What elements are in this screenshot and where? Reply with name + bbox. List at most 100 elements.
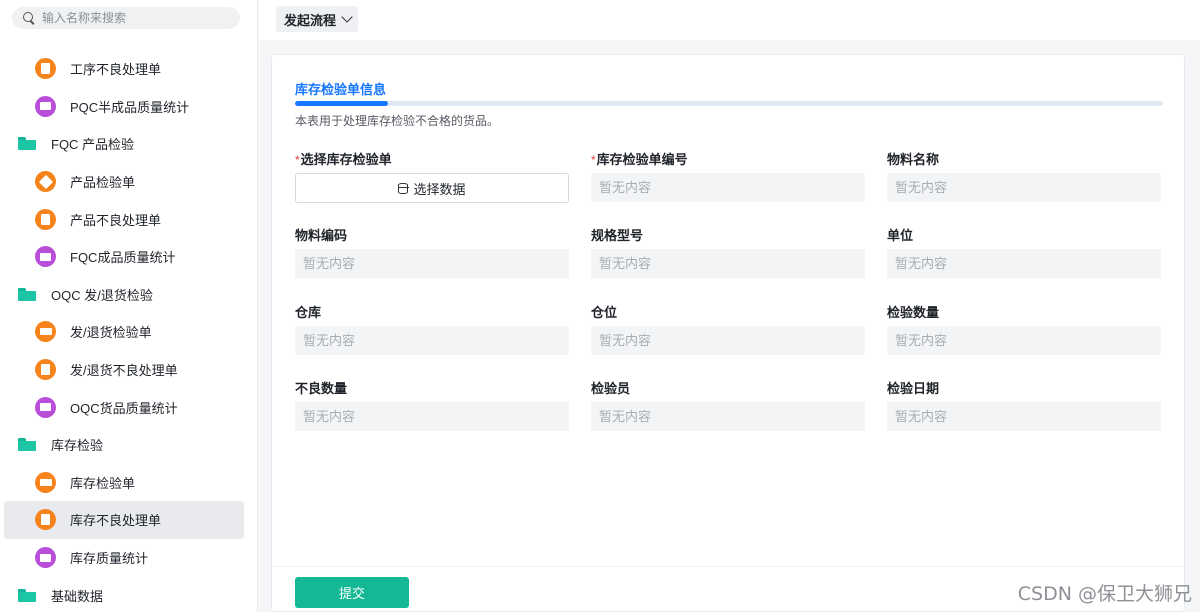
field-inspection-no: *库存检验单编号 暂无内容 xyxy=(591,151,865,202)
sidebar-item-label: 基础数据 xyxy=(51,588,104,604)
document-icon xyxy=(35,509,56,531)
field-material-code: 物料编码 暂无内容 xyxy=(295,227,569,278)
label-inspect-date: 检验日期 xyxy=(887,381,940,396)
search-box[interactable] xyxy=(12,7,240,29)
material-code-value: 暂无内容 xyxy=(295,249,569,278)
sidebar-nav: 工序不良处理单 PQC半成品质量统计 FQC 产品检验产品检验单产品不良处理单 FQC… xyxy=(4,50,244,612)
sidebar-item[interactable]: 库存质量统计 xyxy=(4,539,244,577)
chart-icon xyxy=(35,547,56,569)
sidebar-item-label: 发/退货检验单 xyxy=(70,325,152,341)
sidebar-item[interactable]: 产品不良处理单 xyxy=(4,200,244,238)
label-select-inspection: 选择库存检验单 xyxy=(300,152,392,167)
field-unit: 单位 暂无内容 xyxy=(887,227,1161,278)
select-data-label: 选择数据 xyxy=(413,181,466,197)
sidebar-item-label: 发/退货不良处理单 xyxy=(70,363,178,379)
sidebar-item-label: 库存不良处理单 xyxy=(70,513,162,529)
sidebar-item-label: FQC 产品检验 xyxy=(51,137,135,153)
sidebar-item-label: 工序不良处理单 xyxy=(70,62,162,78)
sidebar: 工序不良处理单 PQC半成品质量统计 FQC 产品检验产品检验单产品不良处理单 FQC… xyxy=(0,0,258,612)
field-inspector: 检验员 暂无内容 xyxy=(591,380,865,431)
field-inspect-qty: 检验数量 暂无内容 xyxy=(887,304,1161,355)
label-material-name: 物料名称 xyxy=(887,152,940,167)
search-input[interactable] xyxy=(42,11,222,25)
field-defect-qty: 不良数量 暂无内容 xyxy=(295,380,569,431)
inspector-value: 暂无内容 xyxy=(591,402,865,431)
chart-icon xyxy=(35,95,56,117)
sidebar-group[interactable]: OQC 发/退货检验 xyxy=(4,276,244,314)
label-material-code: 物料编码 xyxy=(295,228,348,243)
label-inspector: 检验员 xyxy=(591,381,631,396)
folder-icon xyxy=(18,438,36,452)
inspection-no-value: 暂无内容 xyxy=(591,173,865,202)
document-icon xyxy=(35,208,56,230)
section-progress-fill xyxy=(295,101,388,106)
sidebar-item[interactable]: OQC货品质量统计 xyxy=(4,388,244,426)
label-inspection-no: 库存检验单编号 xyxy=(596,152,688,167)
sidebar-item-label: OQC 发/退货检验 xyxy=(51,287,153,303)
truck-icon xyxy=(35,321,56,343)
location-value: 暂无内容 xyxy=(591,326,865,355)
sidebar-item[interactable]: 发/退货检验单 xyxy=(4,313,244,351)
database-icon xyxy=(398,182,410,194)
label-warehouse: 仓库 xyxy=(295,305,322,320)
document-icon xyxy=(35,359,56,381)
label-inspect-qty: 检验数量 xyxy=(887,305,940,320)
sidebar-item[interactable]: 库存检验单 xyxy=(4,464,244,502)
sidebar-item-label: 库存质量统计 xyxy=(70,551,149,567)
chart-icon xyxy=(35,396,56,418)
sidebar-group[interactable]: 基础数据 xyxy=(4,576,244,612)
field-select-inspection: *选择库存检验单 选择数据 xyxy=(295,151,569,203)
sidebar-item-label: FQC成品质量统计 xyxy=(70,250,176,266)
form-card: 库存检验单信息 本表用于处理库存检验不合格的货品。 *选择库存检验单 选择数据 … xyxy=(271,54,1185,612)
required-mark: * xyxy=(295,153,300,167)
label-spec-model: 规格型号 xyxy=(591,228,644,243)
field-material-name: 物料名称 暂无内容 xyxy=(887,151,1161,202)
sidebar-item[interactable]: PQC半成品质量统计 xyxy=(4,88,244,126)
sidebar-item[interactable]: 工序不良处理单 xyxy=(4,50,244,88)
sidebar-item-label: 产品不良处理单 xyxy=(70,212,162,228)
field-location: 仓位 暂无内容 xyxy=(591,304,865,355)
field-warehouse: 仓库 暂无内容 xyxy=(295,304,569,355)
search-icon xyxy=(23,11,36,25)
sidebar-item-label: 库存检验 xyxy=(51,438,104,454)
top-bar: 发起流程 xyxy=(259,0,1200,40)
start-flow-label: 发起流程 xyxy=(284,12,337,28)
watermark: CSDN @保卫大狮兄 xyxy=(1017,583,1192,605)
label-defect-qty: 不良数量 xyxy=(295,381,348,396)
material-name-value: 暂无内容 xyxy=(887,173,1161,202)
submit-button[interactable]: 提交 xyxy=(295,577,409,608)
sidebar-item-label: PQC半成品质量统计 xyxy=(70,99,190,115)
box-icon xyxy=(35,171,56,193)
inspect-date-value: 暂无内容 xyxy=(887,402,1161,431)
section-title[interactable]: 库存检验单信息 xyxy=(295,79,386,98)
unit-value: 暂无内容 xyxy=(887,249,1161,278)
chart-icon xyxy=(35,246,56,268)
spec-model-value: 暂无内容 xyxy=(591,249,865,278)
required-mark: * xyxy=(591,153,596,167)
section-progress-track xyxy=(295,101,1163,106)
document-icon xyxy=(35,58,56,80)
sidebar-group[interactable]: FQC 产品检验 xyxy=(4,125,244,163)
sidebar-item-label: 产品检验单 xyxy=(70,175,136,191)
sidebar-item[interactable]: 库存不良处理单 xyxy=(4,501,244,539)
sidebar-item-label: OQC货品质量统计 xyxy=(70,400,178,416)
defect-qty-value: 暂无内容 xyxy=(295,402,569,431)
folder-icon xyxy=(18,588,36,602)
footer-divider xyxy=(272,566,1184,567)
label-unit: 单位 xyxy=(887,228,914,243)
truck-icon xyxy=(35,471,56,493)
section-description: 本表用于处理库存检验不合格的货品。 xyxy=(295,114,500,128)
warehouse-value: 暂无内容 xyxy=(295,326,569,355)
chevron-down-icon xyxy=(341,11,353,23)
sidebar-item[interactable]: FQC成品质量统计 xyxy=(4,238,244,276)
sidebar-group[interactable]: 库存检验 xyxy=(4,426,244,464)
folder-icon xyxy=(18,137,36,151)
sidebar-item[interactable]: 发/退货不良处理单 xyxy=(4,351,244,389)
folder-icon xyxy=(18,287,36,301)
sidebar-item[interactable]: 产品检验单 xyxy=(4,163,244,201)
select-data-button[interactable]: 选择数据 xyxy=(295,173,569,203)
start-flow-button[interactable]: 发起流程 xyxy=(276,6,359,32)
label-location: 仓位 xyxy=(591,305,618,320)
field-inspect-date: 检验日期 暂无内容 xyxy=(887,380,1161,431)
sidebar-item-label: 库存检验单 xyxy=(70,475,136,491)
